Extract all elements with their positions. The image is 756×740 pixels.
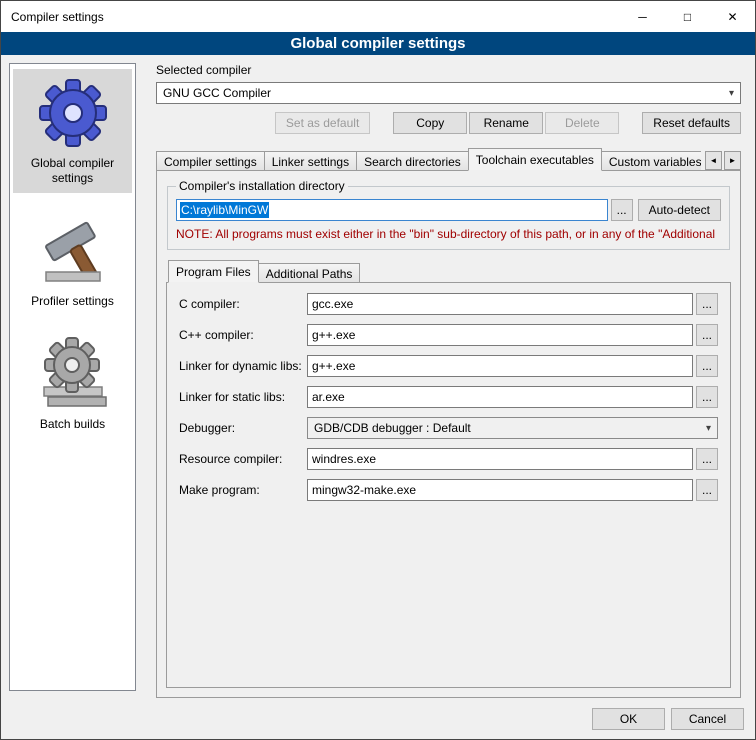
tab-custom-variables[interactable]: Custom variables bbox=[601, 151, 710, 171]
settings-tabstrip: Compiler settings Linker settings Search… bbox=[156, 148, 741, 171]
close-icon: ✕ bbox=[727, 10, 737, 24]
tab-linker-settings[interactable]: Linker settings bbox=[264, 151, 357, 171]
selected-compiler-select[interactable]: GNU GCC Compiler ▾ bbox=[156, 82, 741, 104]
resource-compiler-row: Resource compiler: windres.exe ... bbox=[179, 448, 718, 470]
tab-scroll-left-icon[interactable]: ◄ bbox=[705, 151, 722, 170]
resource-compiler-browse-button[interactable]: ... bbox=[696, 448, 718, 470]
ok-button[interactable]: OK bbox=[592, 708, 665, 730]
make-program-label: Make program: bbox=[179, 483, 307, 497]
debugger-label: Debugger: bbox=[179, 421, 307, 435]
dynamic-linker-label: Linker for dynamic libs: bbox=[179, 359, 307, 373]
window-title: Compiler settings bbox=[1, 10, 620, 24]
rename-button[interactable]: Rename bbox=[469, 112, 543, 134]
tab-scroll-right-icon[interactable]: ► bbox=[724, 151, 741, 170]
debugger-row: Debugger: GDB/CDB debugger : Default ▾ bbox=[179, 417, 718, 439]
cpp-compiler-row: C++ compiler: g++.exe ... bbox=[179, 324, 718, 346]
main-content: Selected compiler GNU GCC Compiler ▾ Set… bbox=[146, 63, 749, 698]
selected-compiler-value: GNU GCC Compiler bbox=[163, 86, 271, 100]
settings-category-list: Global compiler settings Profiler settin… bbox=[9, 63, 136, 691]
set-as-default-button[interactable]: Set as default bbox=[275, 112, 370, 134]
c-compiler-row: C compiler: gcc.exe ... bbox=[179, 293, 718, 315]
installation-directory-row: C:\raylib\MinGW ... Auto-detect bbox=[176, 199, 721, 221]
sidebar-item-label: Profiler settings bbox=[15, 294, 130, 309]
tab-toolchain-executables[interactable]: Toolchain executables bbox=[468, 148, 602, 171]
sidebar-item-global-compiler-settings[interactable]: Global compiler settings bbox=[13, 69, 132, 193]
gear-icon bbox=[34, 74, 112, 152]
tab-compiler-settings[interactable]: Compiler settings bbox=[156, 151, 265, 171]
profiler-icon bbox=[34, 212, 112, 290]
static-linker-label: Linker for static libs: bbox=[179, 390, 307, 404]
tab-search-directories[interactable]: Search directories bbox=[356, 151, 469, 171]
tab-program-files[interactable]: Program Files bbox=[168, 260, 259, 283]
make-program-browse-button[interactable]: ... bbox=[696, 479, 718, 501]
bin-subdirectory-note: NOTE: All programs must exist either in … bbox=[176, 227, 721, 241]
resource-compiler-label: Resource compiler: bbox=[179, 452, 307, 466]
tab-scroll-buttons: ◄ ► bbox=[701, 151, 741, 170]
toolchain-executables-panel: Compiler's installation directory C:\ray… bbox=[156, 170, 741, 698]
program-files-tabstrip: Program Files Additional Paths bbox=[168, 260, 731, 283]
static-linker-input[interactable]: ar.exe bbox=[307, 386, 693, 408]
close-button[interactable]: ✕ bbox=[710, 1, 755, 32]
minimize-button[interactable]: ─ bbox=[620, 1, 665, 32]
titlebar: Compiler settings ─ □ ✕ bbox=[1, 1, 755, 32]
compiler-settings-window: Compiler settings ─ □ ✕ Global compiler … bbox=[0, 0, 756, 740]
chevron-down-icon: ▾ bbox=[700, 423, 711, 434]
selected-text: C:\raylib\MinGW bbox=[180, 202, 269, 218]
dynamic-linker-input[interactable]: g++.exe bbox=[307, 355, 693, 377]
maximize-button[interactable]: □ bbox=[665, 1, 710, 32]
cpp-compiler-input[interactable]: g++.exe bbox=[307, 324, 693, 346]
auto-detect-button[interactable]: Auto-detect bbox=[638, 199, 721, 221]
dynamic-linker-browse-button[interactable]: ... bbox=[696, 355, 718, 377]
delete-button[interactable]: Delete bbox=[545, 112, 619, 134]
installation-directory-browse-button[interactable]: ... bbox=[611, 199, 633, 221]
static-linker-row: Linker for static libs: ar.exe ... bbox=[179, 386, 718, 408]
c-compiler-label: C compiler: bbox=[179, 297, 307, 311]
dialog-body: Global compiler settings Profiler settin… bbox=[1, 55, 755, 739]
program-files-panel: C compiler: gcc.exe ... C++ compiler: g+… bbox=[166, 282, 731, 688]
tab-additional-paths[interactable]: Additional Paths bbox=[258, 263, 361, 283]
c-compiler-browse-button[interactable]: ... bbox=[696, 293, 718, 315]
dialog-footer: OK Cancel bbox=[592, 708, 744, 730]
debugger-value: GDB/CDB debugger : Default bbox=[314, 421, 471, 435]
installation-directory-group: Compiler's installation directory C:\ray… bbox=[167, 179, 730, 250]
minimize-icon: ─ bbox=[638, 10, 647, 24]
chevron-down-icon: ▾ bbox=[723, 88, 734, 99]
sidebar-item-label: Global compiler settings bbox=[15, 156, 130, 186]
dynamic-linker-row: Linker for dynamic libs: g++.exe ... bbox=[179, 355, 718, 377]
reset-defaults-button[interactable]: Reset defaults bbox=[642, 112, 741, 134]
sidebar-item-label: Batch builds bbox=[15, 417, 130, 432]
c-compiler-input[interactable]: gcc.exe bbox=[307, 293, 693, 315]
static-linker-browse-button[interactable]: ... bbox=[696, 386, 718, 408]
resource-compiler-input[interactable]: windres.exe bbox=[307, 448, 693, 470]
sidebar-item-batch-builds[interactable]: Batch builds bbox=[13, 330, 132, 439]
batch-builds-gear-icon bbox=[34, 335, 112, 413]
installation-directory-group-title: Compiler's installation directory bbox=[176, 179, 348, 193]
make-program-input[interactable]: mingw32-make.exe bbox=[307, 479, 693, 501]
compiler-actions: Set as default Copy Rename Delete Reset … bbox=[146, 112, 741, 134]
cpp-compiler-label: C++ compiler: bbox=[179, 328, 307, 342]
make-program-row: Make program: mingw32-make.exe ... bbox=[179, 479, 718, 501]
sidebar-item-profiler-settings[interactable]: Profiler settings bbox=[13, 207, 132, 316]
cancel-button[interactable]: Cancel bbox=[671, 708, 744, 730]
copy-button[interactable]: Copy bbox=[393, 112, 467, 134]
installation-directory-input[interactable]: C:\raylib\MinGW bbox=[176, 199, 608, 221]
dialog-header: Global compiler settings bbox=[1, 32, 755, 55]
debugger-select[interactable]: GDB/CDB debugger : Default ▾ bbox=[307, 417, 718, 439]
cpp-compiler-browse-button[interactable]: ... bbox=[696, 324, 718, 346]
maximize-icon: □ bbox=[684, 10, 691, 24]
selected-compiler-label: Selected compiler bbox=[156, 63, 749, 77]
